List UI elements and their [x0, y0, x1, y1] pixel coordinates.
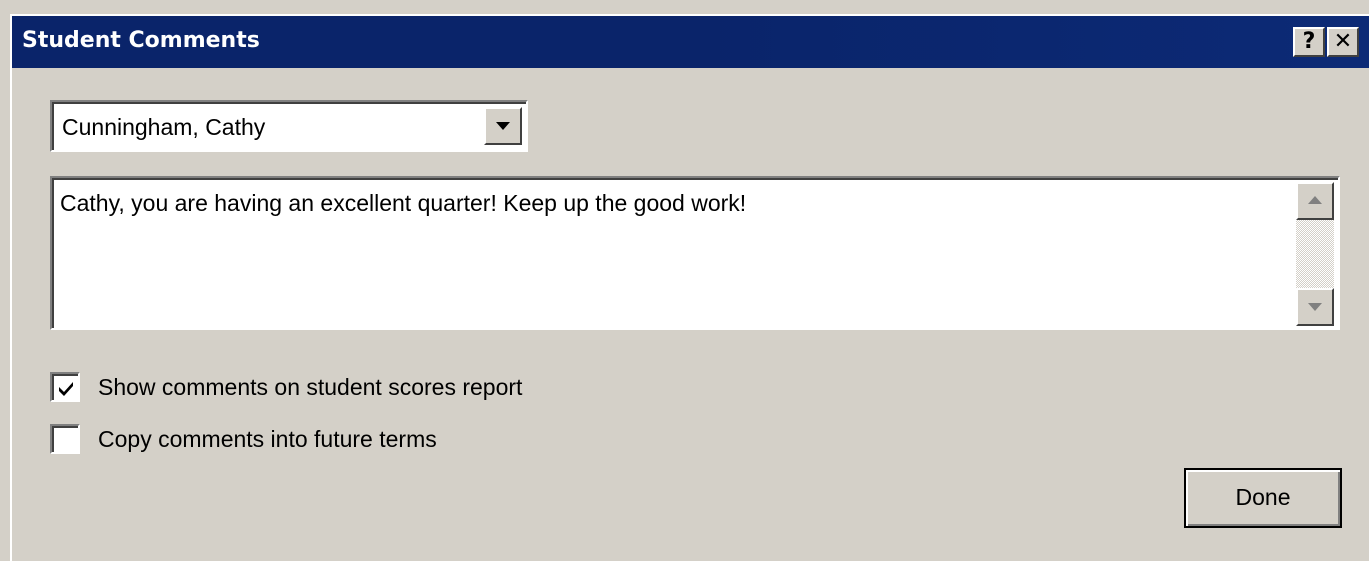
- title-bar[interactable]: Student Comments ? ✕: [12, 16, 1369, 68]
- student-dropdown-value: Cunningham, Cathy: [62, 114, 266, 140]
- scroll-down-button[interactable]: [1296, 288, 1334, 326]
- arrow-down-icon: [1308, 303, 1322, 311]
- checkmark-icon: [59, 382, 73, 396]
- student-comments-dialog: Student Comments ? ✕ Cunningham, Cathy C…: [10, 14, 1369, 561]
- done-button[interactable]: Done: [1184, 468, 1342, 528]
- copy-comments-label: Copy comments into future terms: [98, 426, 437, 452]
- show-comments-checkbox[interactable]: [50, 372, 80, 402]
- help-icon: ?: [1302, 29, 1316, 54]
- comment-text: Cathy, you are having an excellent quart…: [60, 190, 747, 216]
- copy-comments-checkbox[interactable]: [50, 424, 80, 454]
- chevron-down-icon: [496, 122, 510, 130]
- comment-scrollbar[interactable]: [1296, 182, 1334, 326]
- arrow-up-icon: [1308, 196, 1322, 204]
- window-title: Student Comments: [22, 28, 260, 53]
- show-comments-label: Show comments on student scores report: [98, 374, 523, 400]
- close-button[interactable]: ✕: [1327, 27, 1359, 57]
- scroll-up-button[interactable]: [1296, 182, 1334, 220]
- help-button[interactable]: ?: [1293, 27, 1325, 57]
- student-dropdown[interactable]: Cunningham, Cathy: [50, 100, 528, 152]
- dropdown-arrow-button[interactable]: [484, 107, 522, 145]
- close-icon: ✕: [1333, 29, 1353, 54]
- comment-textarea[interactable]: Cathy, you are having an excellent quart…: [50, 176, 1340, 330]
